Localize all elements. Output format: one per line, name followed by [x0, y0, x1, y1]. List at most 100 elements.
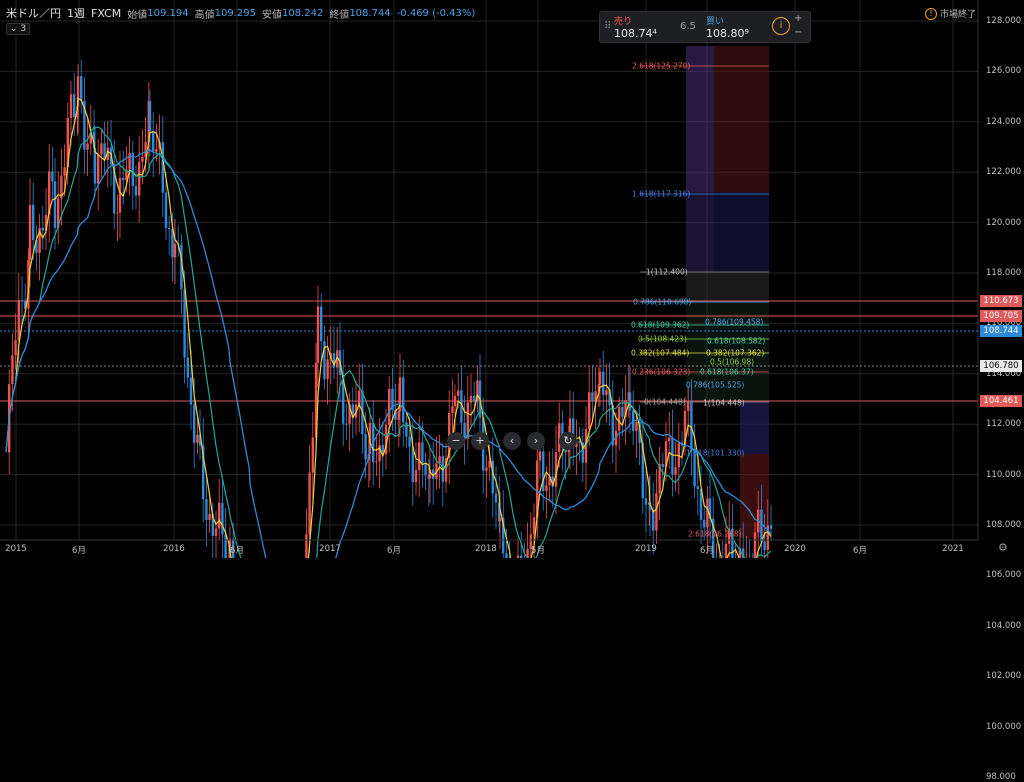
candle-body [418, 442, 420, 470]
candle-body [132, 153, 134, 186]
candle-body [621, 407, 623, 417]
time-tick: 2016 [163, 544, 185, 554]
fib-level-label: 0.618(106.37) [700, 368, 754, 377]
market-status-label: 市場終了 [940, 7, 976, 20]
info-icon[interactable]: i [772, 17, 790, 35]
candle-body [165, 193, 167, 229]
candle-body [119, 178, 121, 213]
candle-body [655, 493, 657, 531]
drag-handle-icon[interactable]: ⠿ [604, 21, 611, 32]
candle-body [308, 473, 310, 535]
candle-body [645, 498, 647, 505]
zoom-out-button[interactable]: − [447, 432, 465, 450]
price-tick: 104.000 [986, 621, 1021, 631]
candle-body [485, 468, 487, 471]
time-tick: 6月 [230, 544, 244, 556]
fib-level-label: 0.786(110.698) [633, 298, 691, 307]
price-tick: 100.000 [986, 722, 1021, 732]
candle-body [375, 461, 377, 462]
time-tick: 2020 [784, 544, 806, 554]
candle-body [135, 186, 137, 195]
candle-body [193, 405, 195, 443]
sell-button[interactable]: 売り 108.74⁴ [614, 14, 676, 40]
candle-body [155, 149, 157, 152]
candle-body [415, 470, 417, 482]
buy-button[interactable]: 買い 108.80⁹ [706, 14, 768, 40]
time-tick: 6月 [387, 544, 401, 556]
reset-chart-button[interactable]: ↻ [559, 432, 577, 450]
low-label: 安値 [262, 6, 282, 21]
candle-body [51, 171, 53, 181]
candle-body [706, 498, 708, 527]
spread-value: 6.5 [680, 21, 696, 32]
change-value: -0.469 (-0.43%) [397, 8, 476, 19]
close-value: 108.744 [349, 8, 390, 19]
time-tick: 6月 [72, 544, 86, 556]
price-tick: 112.000 [986, 419, 1021, 429]
candle-body [345, 424, 347, 425]
price-chart[interactable] [0, 0, 1024, 558]
candle-body [618, 407, 620, 431]
price-tick: 98.000 [986, 772, 1016, 782]
candle-body [21, 300, 23, 301]
candle-body [533, 517, 535, 534]
candle-body [652, 510, 654, 531]
price-label: 106.780 [980, 360, 1022, 372]
low-value: 108.242 [282, 8, 323, 19]
quantity-minus-button[interactable]: − [794, 27, 802, 38]
candle-body [42, 228, 44, 231]
price-label: 109.705 [980, 310, 1022, 322]
symbol-name[interactable]: 米ドル／円 [6, 5, 61, 21]
candle-body [70, 94, 72, 118]
candle-body [364, 434, 366, 460]
fib-level-label: 1(112.400) [646, 268, 688, 277]
fib-zone [686, 192, 714, 272]
candle-body [218, 503, 220, 529]
fib-zone [740, 402, 769, 454]
zoom-in-button[interactable]: + [471, 432, 489, 450]
candle-body [454, 396, 456, 406]
fib-level-label: 0.382(107.362) [706, 349, 764, 358]
time-tick: 2017 [319, 544, 341, 554]
price-tick: 108.000 [986, 520, 1021, 530]
fib-level-label: 0(104.448) [644, 398, 686, 407]
price-tick: 120.000 [986, 218, 1021, 228]
clock-icon: ! [925, 8, 937, 20]
indicators-toggle[interactable]: ⌄ 3 [6, 23, 30, 35]
candle-body [224, 534, 226, 558]
candle-body [152, 131, 154, 151]
trading-panel: ⠿ 売り 108.74⁴ 6.5 買い 108.80⁹ i + − [599, 11, 811, 43]
candle-body [141, 157, 143, 162]
candle-body [697, 486, 699, 489]
candle-body [138, 162, 140, 196]
candle-body [312, 437, 314, 472]
scroll-right-button[interactable]: › [527, 432, 545, 450]
candle-body [122, 178, 124, 180]
candle-body [635, 422, 637, 431]
fib-level-label: 0.382(107.484) [631, 349, 689, 358]
candle-body [80, 76, 82, 101]
candle-body [183, 289, 185, 357]
candle-body [545, 485, 547, 491]
candle-body [388, 389, 390, 425]
fib-level-label: 1(104.448) [703, 399, 745, 408]
fib-level-label: 0.5(108.423) [638, 335, 687, 344]
price-label: 104.461 [980, 395, 1022, 407]
market-status[interactable]: ! 市場終了 [925, 7, 976, 20]
price-label: 108.744 [980, 325, 1022, 337]
gear-icon[interactable]: ⚙ [998, 541, 1008, 554]
candle-body [662, 464, 664, 467]
scroll-left-button[interactable]: ‹ [503, 432, 521, 450]
candle-body [190, 378, 192, 405]
price-tick: 118.000 [986, 268, 1021, 278]
interval[interactable]: 1週 [67, 5, 85, 21]
candle-body [100, 143, 102, 154]
candle-body [591, 392, 593, 401]
quantity-plus-button[interactable]: + [794, 13, 802, 24]
price-tick: 122.000 [986, 167, 1021, 177]
candle-body [668, 438, 670, 442]
buy-label: 買い [706, 14, 768, 27]
candle-body [168, 228, 170, 229]
fib-level-label: 0.5(106.98) [710, 358, 754, 367]
candle-body [187, 358, 189, 378]
